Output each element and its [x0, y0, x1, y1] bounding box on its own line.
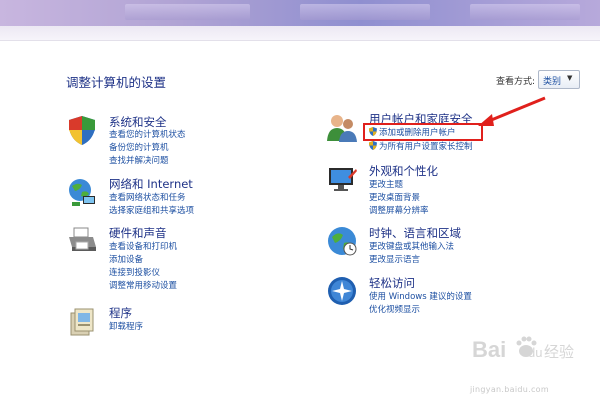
users-icon — [327, 115, 357, 142]
view-by-label: 查看方式: — [496, 77, 536, 87]
category-link[interactable]: 连接到投影仪 — [109, 266, 160, 278]
category-link[interactable]: 添加设备 — [109, 253, 143, 265]
category-clock-language-region: 时钟、语言和区域 更改键盘或其他输入法 更改显示语言 — [326, 225, 546, 267]
category-link-label: 为所有用户设置家长控制 — [379, 142, 473, 152]
annotation-arrow-icon — [478, 96, 546, 126]
baidu-jingyan-watermark-icon: Bai du 经验 — [472, 336, 574, 362]
shield-icon — [69, 116, 95, 145]
watermark-url: jingyan.baidu.com — [470, 385, 549, 394]
view-by-value: 类别 — [543, 77, 562, 87]
category-link[interactable]: 备份您的计算机 — [109, 141, 169, 153]
category-ease-of-access: 轻松访问 使用 Windows 建议的设置 优化视频显示 — [326, 275, 546, 317]
category-link[interactable]: 更改主题 — [369, 178, 403, 190]
category-link[interactable]: 更改桌面背景 — [369, 191, 420, 203]
category-link[interactable]: 查看网络状态和任务 — [109, 191, 186, 203]
window-title-bar — [0, 0, 600, 26]
category-link[interactable]: 调整常用移动设置 — [109, 279, 177, 291]
category-heading[interactable]: 程序 — [109, 305, 132, 321]
category-programs: 程序 卸载程序 — [66, 305, 286, 339]
category-link[interactable]: 更改键盘或其他输入法 — [369, 240, 454, 252]
category-link[interactable]: 查找并解决问题 — [109, 154, 169, 166]
category-link[interactable]: 调整屏幕分辨率 — [369, 204, 429, 216]
watermark-brand2: du — [528, 345, 542, 360]
chevron-down-icon: ▼ — [567, 74, 573, 82]
category-heading[interactable]: 轻松访问 — [369, 275, 415, 291]
category-link[interactable]: 为所有用户设置家长控制 — [369, 140, 473, 152]
globe-clock-icon — [328, 227, 357, 256]
category-link[interactable]: 卸载程序 — [109, 320, 143, 332]
category-hardware-sound: 硬件和声音 查看设备和打印机 添加设备 连接到投影仪 调整常用移动设置 — [66, 225, 286, 295]
annotation-highlight-box — [363, 123, 483, 141]
taskbar-tab[interactable] — [300, 4, 430, 20]
globe-network-icon — [69, 179, 95, 206]
monitor-paint-icon — [329, 168, 357, 191]
programs-icon — [70, 308, 94, 336]
ease-of-access-icon — [328, 277, 356, 305]
category-link[interactable]: 使用 Windows 建议的设置 — [369, 290, 472, 302]
taskbar-tab[interactable] — [125, 4, 250, 20]
category-heading[interactable]: 网络和 Internet — [109, 176, 193, 192]
watermark-text: 经验 — [544, 343, 574, 361]
category-network-internet: 网络和 Internet 查看网络状态和任务 选择家庭组和共享选项 — [66, 176, 286, 218]
category-appearance: 外观和个性化 更改主题 更改桌面背景 调整屏幕分辨率 — [326, 163, 546, 219]
page-title: 调整计算机的设置 — [66, 75, 167, 90]
toolbar-strip — [0, 26, 600, 41]
category-link[interactable]: 优化视频显示 — [369, 303, 420, 315]
category-heading[interactable]: 外观和个性化 — [369, 163, 438, 179]
view-by-dropdown[interactable]: 类别 ▼ — [538, 70, 580, 89]
watermark-brand: Bai — [472, 337, 506, 362]
uac-shield-icon — [369, 141, 377, 150]
category-system-security: 系统和安全 查看您的计算机状态 备份您的计算机 查找并解决问题 — [66, 114, 286, 168]
category-heading[interactable]: 硬件和声音 — [109, 225, 167, 241]
category-heading[interactable]: 时钟、语言和区域 — [369, 225, 461, 241]
taskbar-tab[interactable] — [470, 4, 580, 20]
category-link[interactable]: 查看您的计算机状态 — [109, 128, 186, 140]
category-link[interactable]: 选择家庭组和共享选项 — [109, 204, 194, 216]
category-link[interactable]: 查看设备和打印机 — [109, 240, 177, 252]
printer-icon — [69, 227, 96, 251]
category-link[interactable]: 更改显示语言 — [369, 253, 420, 265]
